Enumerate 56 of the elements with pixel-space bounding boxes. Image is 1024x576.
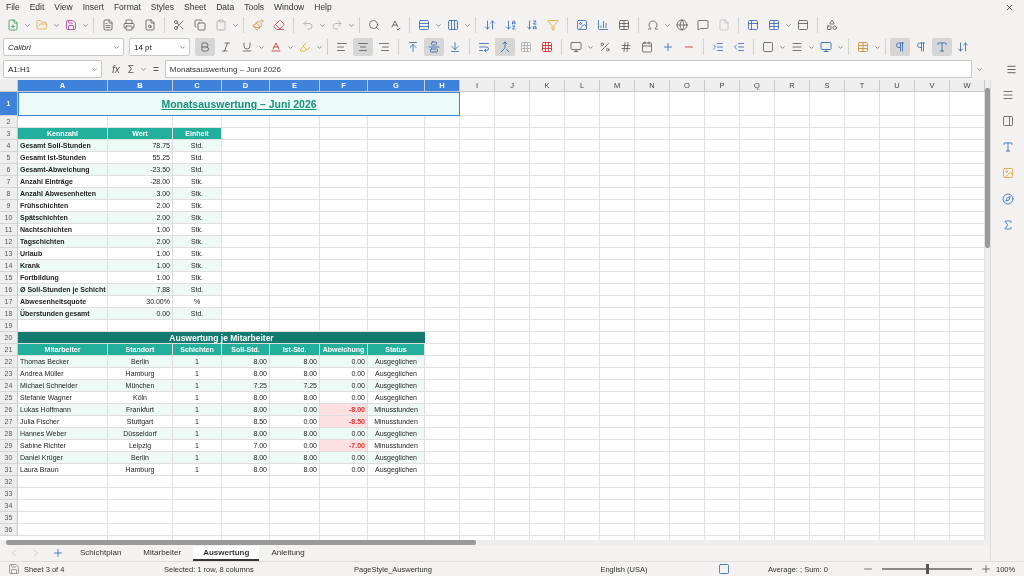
font-name-field[interactable]: Calibri (3, 38, 124, 56)
sheet-tab[interactable]: Mitarbeiter (133, 545, 192, 561)
name-box[interactable]: A1:H1 (3, 60, 102, 78)
dropdown-caret-icon[interactable] (976, 65, 983, 73)
dropdown-caret-icon[interactable] (435, 21, 442, 29)
align-middle-icon[interactable] (424, 38, 444, 56)
dropdown-caret-icon[interactable] (779, 43, 786, 51)
bold-icon[interactable] (195, 38, 215, 56)
dropdown-caret-icon[interactable] (837, 43, 844, 51)
dropdown-caret-icon[interactable] (82, 21, 89, 29)
select-all-corner[interactable] (0, 80, 18, 92)
function-wizard-button[interactable]: fx (110, 63, 122, 75)
zoom-slider-thumb[interactable] (926, 564, 929, 574)
dropdown-caret-icon[interactable] (316, 43, 323, 51)
dropdown-caret-icon[interactable] (91, 65, 98, 73)
dropdown-caret-icon[interactable] (179, 43, 186, 51)
menu-item[interactable]: File (2, 2, 26, 12)
menu-item[interactable]: Data (212, 2, 241, 12)
dropdown-caret-icon[interactable] (587, 43, 594, 51)
dropdown-caret-icon[interactable] (232, 21, 239, 29)
menu-item[interactable]: Sheet (180, 2, 213, 12)
sheet-title: Monatsauswertung – Juni 2026 (18, 92, 460, 116)
sheet-tab[interactable]: Auswertung (193, 545, 260, 561)
menu-item[interactable]: Window (270, 2, 311, 12)
menu-item[interactable]: View (50, 2, 79, 12)
dropdown-caret-icon[interactable] (874, 43, 881, 51)
font-size-field[interactable]: 14 pt (129, 38, 190, 56)
dropdown-caret-icon[interactable] (113, 43, 120, 51)
section-heading: Auswertung je Mitarbeiter (18, 332, 425, 344)
menu-item[interactable]: Format (109, 2, 147, 12)
dropdown-caret-icon[interactable] (287, 43, 294, 51)
sheet-tab[interactable]: Schichtplan (70, 545, 132, 561)
menu-item[interactable]: Styles (146, 2, 180, 12)
sum-button[interactable]: Σ (125, 63, 136, 75)
menu-item[interactable]: Help (310, 2, 338, 12)
formula-input[interactable]: Monatsauswertung – Juni 2026 (164, 60, 972, 78)
dropdown-caret-icon[interactable] (139, 65, 147, 73)
spreadsheet-grid[interactable] (0, 80, 985, 540)
dropdown-caret-icon[interactable] (53, 21, 60, 29)
menu-item[interactable]: Tools (240, 2, 270, 12)
formula-button[interactable]: = (150, 63, 161, 75)
dropdown-caret-icon[interactable] (808, 43, 815, 51)
dropdown-caret-icon[interactable] (348, 21, 355, 29)
pilcrow-icon[interactable] (890, 38, 910, 56)
dropdown-caret-icon[interactable] (24, 21, 31, 29)
horizontal-scrollbar[interactable] (0, 540, 990, 545)
vertical-scrollbar[interactable] (985, 80, 990, 540)
menu-item[interactable]: Edit (25, 2, 51, 12)
dropdown-caret-icon[interactable] (258, 43, 265, 51)
dropdown-caret-icon[interactable] (319, 21, 326, 29)
align-center-icon[interactable] (353, 38, 373, 56)
dropdown-caret-icon[interactable] (785, 21, 792, 29)
dropdown-caret-icon[interactable] (464, 21, 471, 29)
dropdown-caret-icon[interactable] (664, 21, 671, 29)
menu-item[interactable]: Insert (78, 2, 110, 12)
sheet-tab[interactable]: Anleitung (261, 545, 315, 561)
